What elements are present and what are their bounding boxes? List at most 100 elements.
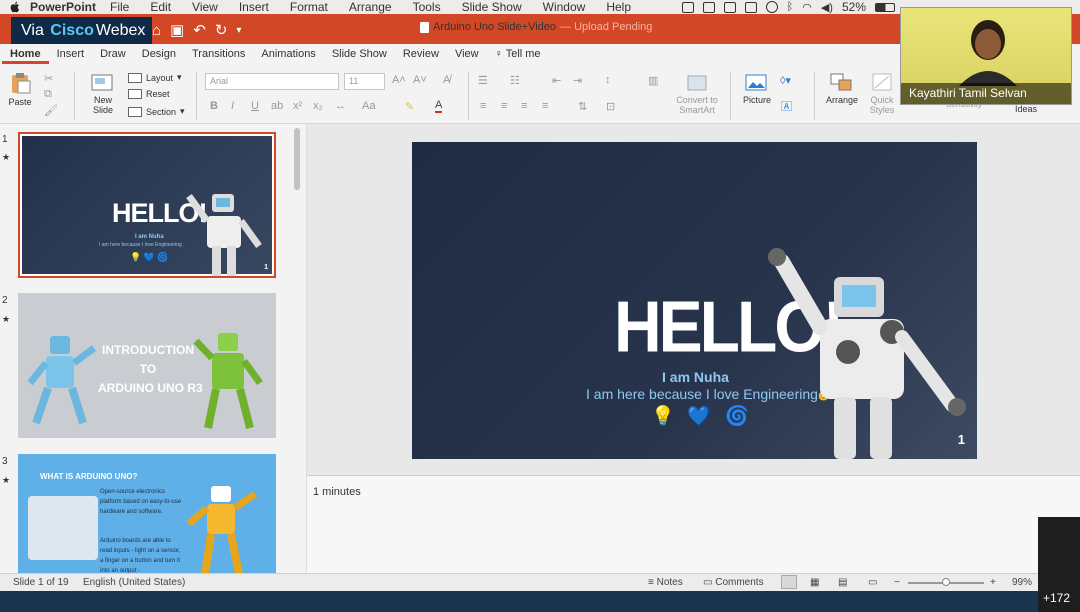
battery-icon[interactable] xyxy=(875,2,895,12)
copy-icon[interactable] xyxy=(744,1,757,13)
format-painter-icon[interactable]: 🖌 xyxy=(44,104,58,117)
indent-decrease-icon[interactable]: ⇤ xyxy=(552,74,561,87)
columns-icon[interactable]: ▥ xyxy=(648,74,658,87)
reading-view-icon[interactable]: ▤ xyxy=(838,577,847,588)
convert-smartart-button[interactable]: Convert to SmartArt xyxy=(672,72,722,115)
slide-thumbnail-3[interactable]: WHAT IS ARDUINO UNO? Open-source electro… xyxy=(18,454,276,573)
zoom-level[interactable]: 99% xyxy=(1012,577,1032,588)
cut-icon[interactable]: ✂ xyxy=(44,72,53,85)
arrange-button[interactable]: Arrange xyxy=(824,72,860,105)
clock-icon[interactable] xyxy=(765,1,778,13)
shield-icon[interactable] xyxy=(723,1,736,13)
menu-insert[interactable]: Insert xyxy=(239,0,269,14)
participant-video[interactable]: Kayathiri Tamil Selvan xyxy=(900,7,1072,105)
text-direction-icon[interactable]: ⇅ xyxy=(578,100,587,113)
comments-button[interactable]: ▭ Comments xyxy=(703,577,764,588)
paste-button[interactable]: Paste xyxy=(6,72,34,107)
grow-font-icon[interactable]: A˄ xyxy=(392,74,406,86)
tab-design[interactable]: Design xyxy=(134,48,184,64)
participants-more[interactable]: +172 xyxy=(1038,517,1080,612)
new-slide-button[interactable]: New Slide xyxy=(86,72,120,115)
tell-me[interactable]: ♀ Tell me xyxy=(487,48,549,64)
bold-icon[interactable]: B xyxy=(210,100,218,112)
quick-styles-button[interactable]: Quick Styles xyxy=(866,72,898,115)
wifi-icon[interactable]: ◠ xyxy=(802,1,812,14)
tab-insert[interactable]: Insert xyxy=(49,48,93,64)
shrink-font-icon[interactable]: A˅ xyxy=(413,74,427,86)
save-icon[interactable]: ▣ xyxy=(170,21,184,39)
notes-pane[interactable]: 1 minutes xyxy=(307,475,1080,573)
tab-transitions[interactable]: Transitions xyxy=(184,48,253,64)
menu-help[interactable]: Help xyxy=(606,0,631,14)
tab-review[interactable]: Review xyxy=(395,48,447,64)
italic-icon[interactable]: I xyxy=(231,100,234,112)
zoom-out-icon[interactable]: − xyxy=(894,577,900,588)
font-color-icon[interactable]: A xyxy=(435,100,443,113)
tab-slideshow[interactable]: Slide Show xyxy=(324,48,395,64)
layout-button[interactable]: Layout ▾ xyxy=(128,72,182,83)
font-size-select[interactable]: 11 xyxy=(344,73,385,90)
slide-3-p1: Open-source electronics platform based o… xyxy=(100,489,182,515)
redo-icon[interactable]: ↻ xyxy=(215,21,228,39)
language-indicator[interactable]: English (United States) xyxy=(83,577,185,588)
copy-icon[interactable]: ⧉ xyxy=(44,88,52,101)
indent-increase-icon[interactable]: ⇥ xyxy=(573,74,582,87)
textbox-icon[interactable]: 🄰 xyxy=(781,98,792,114)
thumbnail-scrollbar[interactable] xyxy=(294,128,300,190)
bullets-icon[interactable]: ☰ xyxy=(478,74,488,87)
slide-sorter-icon[interactable]: ▦ xyxy=(810,577,819,588)
clear-format-icon[interactable]: A̸ xyxy=(443,74,450,86)
menu-arrange[interactable]: Arrange xyxy=(349,0,392,14)
menu-format[interactable]: Format xyxy=(290,0,328,14)
customize-icon[interactable]: ▾ xyxy=(236,25,241,36)
slide-1-canvas: HELLO! I am Nuha I am here because I lov… xyxy=(22,136,272,276)
align-right-icon[interactable]: ≡ xyxy=(521,100,527,112)
highlight-icon[interactable]: ✎ xyxy=(405,100,414,113)
tab-animations[interactable]: Animations xyxy=(253,48,323,64)
tab-home[interactable]: Home xyxy=(2,48,49,64)
tab-view[interactable]: View xyxy=(447,48,487,64)
tab-draw[interactable]: Draw xyxy=(92,48,134,64)
subscript-icon[interactable]: x₂ xyxy=(313,100,323,112)
notes-button[interactable]: ≡ Notes xyxy=(648,577,683,588)
slide-thumbnail-2[interactable]: INTRODUCTION TO ARDUINO UNO R3 xyxy=(18,293,276,438)
superscript-icon[interactable]: x² xyxy=(293,100,302,112)
menu-file[interactable]: File xyxy=(110,0,129,14)
reset-button[interactable]: Reset xyxy=(128,89,170,99)
apple-icon[interactable] xyxy=(8,1,22,14)
menu-tools[interactable]: Tools xyxy=(413,0,441,14)
align-center-icon[interactable]: ≡ xyxy=(501,100,507,112)
slide-thumbnail-1[interactable]: HELLO! I am Nuha I am here because I lov… xyxy=(18,132,276,278)
notes-text[interactable]: 1 minutes xyxy=(313,486,361,498)
numbering-icon[interactable]: ☷ xyxy=(510,74,520,87)
picture-button[interactable]: Picture xyxy=(740,72,774,105)
menu-view[interactable]: View xyxy=(192,0,218,14)
slideshow-view-icon[interactable]: ▭ xyxy=(868,577,877,588)
normal-view-icon[interactable] xyxy=(781,575,797,589)
menu-window[interactable]: Window xyxy=(543,0,586,14)
align-left-icon[interactable]: ≡ xyxy=(480,100,486,112)
justify-icon[interactable]: ≡ xyxy=(542,100,548,112)
zoom-in-icon[interactable]: + xyxy=(990,577,996,588)
menu-edit[interactable]: Edit xyxy=(150,0,171,14)
font-family-select[interactable]: Arial xyxy=(205,73,339,90)
align-text-icon[interactable]: ⊡ xyxy=(606,100,615,113)
slide-subtitle-1[interactable]: I am Nuha xyxy=(662,369,729,385)
current-slide[interactable]: HELLO! I am Nuha I am here because I lov… xyxy=(412,142,977,459)
line-spacing-icon[interactable]: ↕ xyxy=(605,74,611,86)
undo-icon[interactable]: ↶ xyxy=(193,21,206,39)
char-spacing-icon[interactable]: ↔ xyxy=(335,100,346,112)
underline-icon[interactable]: U xyxy=(251,100,259,112)
strike-icon[interactable]: ab xyxy=(271,100,283,112)
menu-slideshow[interactable]: Slide Show xyxy=(462,0,522,14)
volume-icon[interactable]: ◀) xyxy=(821,1,833,14)
zoom-handle[interactable] xyxy=(942,578,950,586)
bluetooth-icon[interactable]: ᛒ xyxy=(787,1,794,13)
cloud-icon[interactable] xyxy=(702,1,715,13)
home-icon[interactable]: ⌂ xyxy=(152,22,161,39)
document-icon[interactable] xyxy=(681,1,694,13)
change-case-icon[interactable]: Aa xyxy=(362,100,375,112)
section-button[interactable]: Section ▾ xyxy=(128,106,185,117)
app-menu[interactable]: PowerPoint xyxy=(30,0,96,14)
shapes-icon[interactable]: ◊▾ xyxy=(780,74,791,87)
